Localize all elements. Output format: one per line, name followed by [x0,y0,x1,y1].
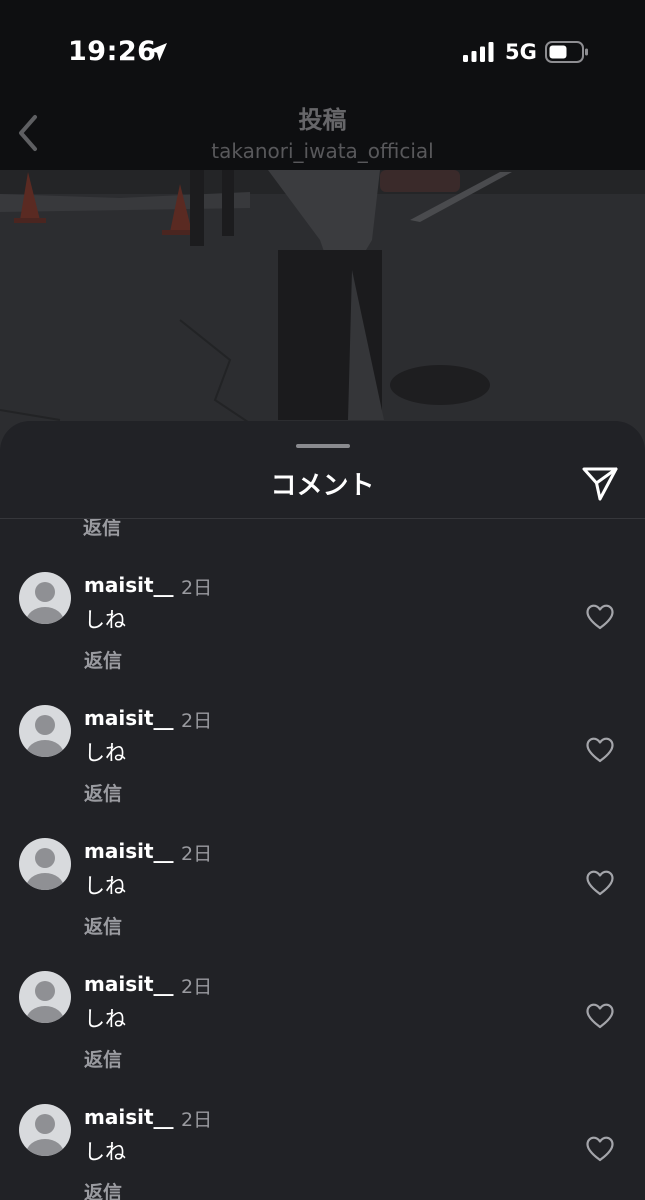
location-arrow-icon [149,43,167,61]
comment-time: 2日 [181,577,213,599]
comment-username[interactable]: maisit__ [84,573,174,597]
status-bar: 19:26 5G [0,0,645,100]
comment-username[interactable]: maisit__ [84,972,174,996]
like-button[interactable] [584,601,616,633]
heart-icon [586,1003,614,1029]
comment-time: 2日 [181,1109,213,1131]
share-button[interactable] [578,461,622,505]
reply-button[interactable]: 返信 [84,912,122,939]
default-avatar-icon[interactable] [19,1104,71,1156]
default-avatar-icon[interactable] [19,572,71,624]
comment-username[interactable]: maisit__ [84,706,174,730]
like-button[interactable] [584,1133,616,1165]
comment-time: 2日 [181,976,213,998]
comment-text: しね [84,874,126,898]
reply-button[interactable]: 返信 [84,1178,122,1200]
reply-button[interactable]: 返信 [84,646,122,673]
comment-time: 2日 [181,843,213,865]
cellular-signal-icon [463,42,494,62]
network-type-label: 5G [505,40,537,64]
post-image [0,170,645,460]
comment-text: しね [84,741,126,765]
battery-icon [545,41,588,63]
sheet-grab-handle[interactable] [296,444,350,448]
comment-item: maisit__ 2日 しね 返信 [0,1096,645,1200]
status-time: 19:26 [68,36,157,67]
like-button[interactable] [584,867,616,899]
comment-text: しね [84,608,126,632]
comment-text: しね [84,1140,126,1164]
comments-sheet: コメント 返信 maisit__ 2日 しね 返信 maisit__ 2日 しね [0,421,645,1200]
comment-text: しね [84,1007,126,1031]
comment-item: maisit__ 2日 しね 返信 [0,697,645,830]
comment-item: maisit__ 2日 しね 返信 [0,830,645,963]
default-avatar-icon[interactable] [19,838,71,890]
like-button[interactable] [584,734,616,766]
reply-button[interactable]: 返信 [84,1045,122,1072]
comments-list: 返信 maisit__ 2日 しね 返信 maisit__ 2日 しね 返信 m… [0,519,645,1200]
post-title: 投稿 [298,106,347,134]
reply-button[interactable]: 返信 [84,779,122,806]
heart-icon [586,737,614,763]
post-username[interactable]: takanori_iwata_official [0,139,645,163]
default-avatar-icon[interactable] [19,971,71,1023]
share-send-icon [582,467,618,501]
comment-time: 2日 [181,710,213,732]
heart-icon [586,870,614,896]
heart-icon [586,604,614,630]
comment-item: maisit__ 2日 しね 返信 [0,963,645,1096]
sheet-title: コメント [270,471,375,501]
comment-item: maisit__ 2日 しね 返信 [0,564,645,697]
heart-icon [586,1136,614,1162]
comment-username[interactable]: maisit__ [84,839,174,863]
default-avatar-icon[interactable] [19,705,71,757]
like-button[interactable] [584,1000,616,1032]
reply-button[interactable]: 返信 [83,519,121,540]
comment-username[interactable]: maisit__ [84,1105,174,1129]
